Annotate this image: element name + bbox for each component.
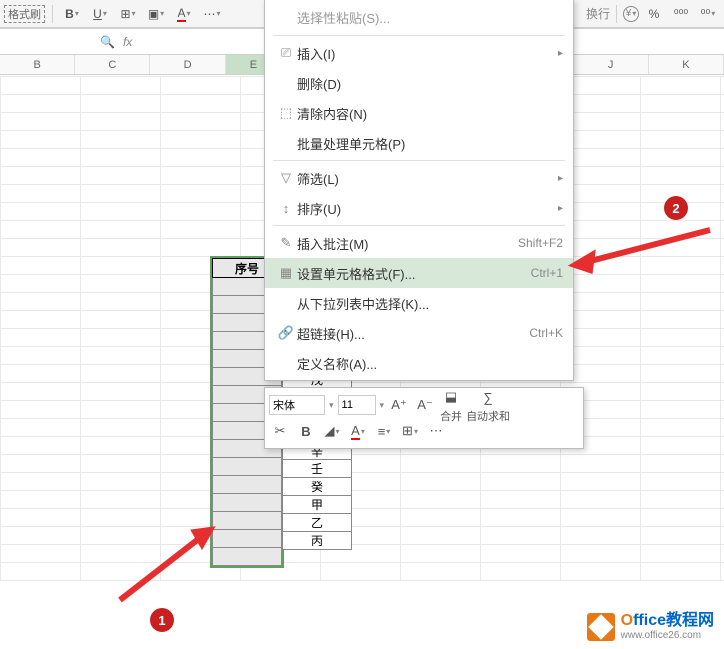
menu-item-batch[interactable]: 批量处理单元格(P) — [265, 128, 573, 158]
table-row — [212, 458, 282, 476]
watermark-brand-o: O — [621, 612, 633, 629]
col-header[interactable]: C — [75, 55, 150, 74]
mini-toolbar: ▾ ▾ A⁺ A⁻ ⬓ 合并 ∑ 自动求和 ✂ B ◢ A ≡ ⊞ ⋯ — [264, 387, 584, 449]
decrease-font-icon[interactable]: A⁻ — [414, 394, 436, 416]
watermark-logo-icon — [587, 613, 615, 641]
menu-item-delete[interactable]: 删除(D) — [265, 68, 573, 98]
align-icon[interactable]: ≡ — [373, 420, 395, 442]
table-cell: 壬 — [282, 460, 352, 478]
format-painter-button[interactable]: 格式刷 — [4, 5, 45, 23]
context-menu: 选择性粘贴(S)... ⎚ 插入(I) ▸ 删除(D) ⬚ 清除内容(N) 批量… — [264, 0, 574, 381]
increase-font-icon[interactable]: A⁺ — [388, 394, 410, 416]
format-icon: ▦ — [275, 265, 297, 281]
comment-icon: ✎ — [275, 235, 297, 251]
decimal-button[interactable]: ⁰⁰ — [696, 3, 720, 25]
border-button[interactable]: ⊞ — [116, 3, 140, 25]
thousand-sep-button[interactable]: ⁰⁰⁰ — [669, 3, 693, 25]
autosum-label: 自动求和 — [466, 408, 510, 424]
table-cell: 丙 — [282, 532, 352, 550]
bold-button[interactable]: B — [60, 3, 84, 25]
menu-item-hyperlink[interactable]: 🔗 超链接(H)... Ctrl+K — [265, 318, 573, 348]
more-icon[interactable]: ⋯ — [425, 420, 447, 442]
font-color-button[interactable]: A — [172, 3, 196, 25]
border-icon[interactable]: ⊞ — [399, 420, 421, 442]
underline-button[interactable]: U — [88, 3, 112, 25]
menu-item-paste-special[interactable]: 选择性粘贴(S)... — [265, 2, 573, 33]
col-header[interactable]: K — [649, 55, 724, 74]
fill-color-button[interactable]: ▣ — [144, 3, 168, 25]
merge-button[interactable]: ⬓ — [440, 386, 462, 408]
menu-item-filter[interactable]: ▽ 筛选(L) ▸ — [265, 163, 573, 193]
menu-item-comment[interactable]: ✎ 插入批注(M) Shift+F2 — [265, 228, 573, 258]
link-icon: 🔗 — [275, 325, 297, 341]
menu-item-format-cells[interactable]: ▦ 设置单元格格式(F)... Ctrl+1 — [265, 258, 573, 288]
autosum-button[interactable]: ∑ — [477, 386, 499, 408]
annotation-arrow-2 — [560, 220, 720, 280]
bold-icon[interactable]: B — [295, 420, 317, 442]
table-cell: 乙 — [282, 514, 352, 532]
menu-item-dropdown-select[interactable]: 从下拉列表中选择(K)... — [265, 288, 573, 318]
menu-item-define-name[interactable]: 定义名称(A)... — [265, 348, 573, 378]
menu-item-insert[interactable]: ⎚ 插入(I) ▸ — [265, 38, 573, 68]
sort-icon: ↕ — [275, 201, 297, 216]
chevron-right-icon: ▸ — [558, 203, 563, 214]
watermark-url: www.office26.com — [621, 630, 714, 641]
currency-button[interactable]: ¥ — [623, 6, 639, 22]
font-family-input[interactable] — [269, 395, 325, 415]
chevron-right-icon: ▸ — [558, 173, 563, 184]
menu-item-sort[interactable]: ↕ 排序(U) ▸ — [265, 193, 573, 223]
table-row — [212, 476, 282, 494]
insert-icon: ⎚ — [275, 45, 297, 61]
font-color-icon[interactable]: A — [347, 420, 369, 442]
filter-icon: ▽ — [275, 170, 297, 186]
watermark-brand-rest: ffice教程网 — [633, 612, 714, 629]
annotation-arrow-1 — [100, 510, 240, 610]
percent-button[interactable]: % — [642, 3, 666, 25]
fill-color-icon[interactable]: ◢ — [321, 420, 343, 442]
chevron-right-icon: ▸ — [558, 48, 563, 59]
menu-item-clear[interactable]: ⬚ 清除内容(N) — [265, 98, 573, 128]
col-header[interactable]: D — [150, 55, 225, 74]
col-header[interactable]: J — [574, 55, 649, 74]
more-font-button[interactable]: ⋯ — [200, 3, 224, 25]
table-cell: 癸 — [282, 478, 352, 496]
col-header[interactable]: B — [0, 55, 75, 74]
wrap-text-button[interactable]: 换行 — [586, 5, 610, 22]
font-size-input[interactable] — [338, 395, 376, 415]
watermark: Office教程网 www.office26.com — [587, 612, 714, 641]
magnify-icon: 🔍 — [100, 35, 115, 49]
fx-label[interactable]: fx — [123, 35, 132, 49]
annotation-marker-2: 2 — [664, 196, 688, 220]
format-painter-icon[interactable]: ✂ — [269, 420, 291, 442]
eraser-icon: ⬚ — [275, 105, 297, 121]
annotation-marker-1: 1 — [150, 608, 174, 632]
table-cell: 甲 — [282, 496, 352, 514]
